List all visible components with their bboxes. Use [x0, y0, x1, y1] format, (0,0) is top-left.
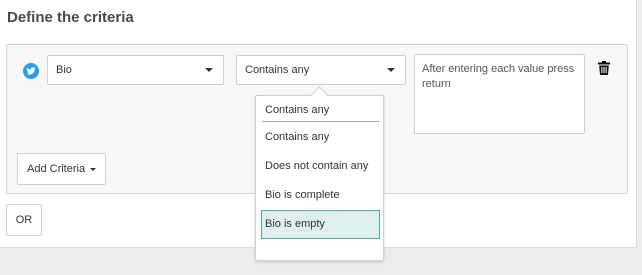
section-title: Define the criteria	[7, 9, 134, 26]
trash-icon[interactable]	[598, 61, 610, 75]
dropdown-search-input[interactable]: Contains any	[262, 98, 379, 122]
operator-select[interactable]: Contains any	[236, 55, 406, 85]
chevron-down-icon	[387, 68, 395, 72]
value-input-placeholder: After entering each value press return	[422, 63, 575, 90]
add-criteria-button[interactable]: Add Criteria	[17, 153, 107, 185]
add-criteria-label: Add Criteria	[27, 163, 86, 175]
operator-dropdown: Contains any Contains any Does not conta…	[255, 86, 384, 261]
dropdown-option-bio-is-empty[interactable]: Bio is empty	[261, 210, 380, 239]
field-select-value: Bio	[56, 64, 72, 76]
dropdown-options: Contains any Does not contain any Bio is…	[261, 123, 380, 239]
chevron-down-icon	[205, 68, 213, 72]
or-button[interactable]: OR	[6, 204, 42, 236]
twitter-bird-icon	[23, 63, 39, 79]
dropdown-option-contains-any[interactable]: Contains any	[261, 123, 380, 152]
field-select[interactable]: Bio	[47, 55, 224, 85]
dropdown-option-does-not-contain-any[interactable]: Does not contain any	[261, 152, 380, 181]
caret-down-icon	[90, 167, 97, 171]
dropdown-option-bio-is-complete[interactable]: Bio is complete	[261, 181, 380, 210]
value-input[interactable]: After entering each value press return	[414, 54, 585, 134]
operator-select-value: Contains any	[245, 64, 310, 76]
